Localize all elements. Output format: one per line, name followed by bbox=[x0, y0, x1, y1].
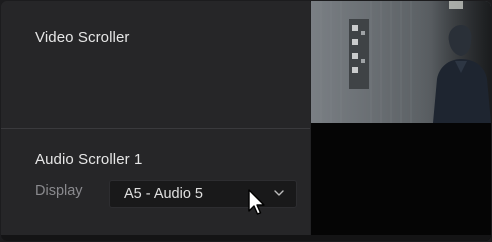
bottom-edge bbox=[1, 235, 491, 241]
mouse-pointer-icon bbox=[248, 189, 265, 215]
video-scroller-section: Video Scroller bbox=[1, 1, 310, 128]
viewer-preview bbox=[311, 1, 491, 241]
video-frame-thumbnail bbox=[311, 1, 491, 123]
video-scroller-title: Video Scroller bbox=[35, 29, 130, 46]
video-frame-image bbox=[311, 1, 491, 123]
display-dropdown-value: A5 - Audio 5 bbox=[124, 186, 203, 202]
chevron-down-icon bbox=[274, 190, 284, 196]
display-dropdown[interactable]: A5 - Audio 5 bbox=[109, 180, 297, 208]
audio-preview-area bbox=[311, 123, 491, 241]
scroller-settings-window: Video Scroller Audio Scroller 1 Display … bbox=[1, 1, 491, 241]
audio-scroller-title: Audio Scroller 1 bbox=[35, 151, 143, 168]
display-label: Display bbox=[35, 183, 83, 199]
